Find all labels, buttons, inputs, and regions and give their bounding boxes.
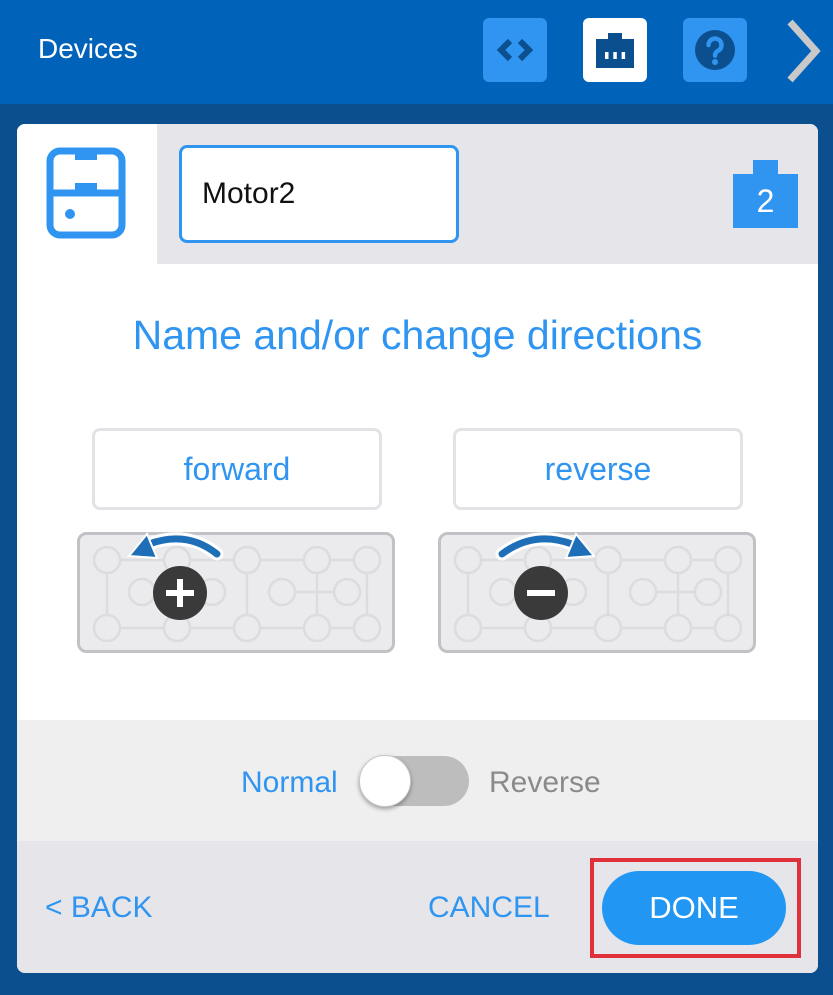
toggle-label-reverse: Reverse [489, 766, 601, 799]
page-title: Devices [38, 33, 138, 64]
reverse-label-field[interactable]: reverse [453, 428, 743, 510]
forward-direction-card [77, 532, 395, 653]
next-button[interactable] [778, 14, 830, 88]
done-button[interactable]: DONE [602, 871, 786, 945]
port-icon [596, 33, 634, 68]
port-badge: 2 [733, 160, 798, 228]
chevron-right-icon [787, 19, 821, 83]
direction-toggle-switch[interactable] [359, 755, 469, 807]
device-header: 2 [17, 124, 818, 264]
reverse-direction-card [438, 532, 756, 653]
forward-label-field[interactable]: forward [92, 428, 382, 510]
cancel-button[interactable]: CANCEL [428, 891, 550, 925]
help-icon [695, 30, 735, 70]
section-heading: Name and/or change directions [132, 312, 703, 358]
plus-icon [153, 566, 207, 620]
device-name-input[interactable] [179, 145, 459, 243]
port-number: 2 [756, 183, 775, 219]
top-bar: Devices [0, 0, 833, 104]
help-button[interactable] [683, 18, 747, 82]
toggle-label-normal: Normal [241, 766, 338, 799]
device-config-panel: 2 Name and/or change directions forward … [17, 124, 818, 973]
minus-icon [514, 566, 568, 620]
toggle-knob[interactable] [359, 755, 411, 807]
forward-direction-graphic [77, 532, 395, 653]
reverse-direction-graphic [438, 532, 756, 653]
code-icon [496, 38, 534, 62]
ports-button[interactable] [583, 18, 647, 82]
back-button[interactable]: < BACK [45, 891, 153, 925]
device-icon-cell [17, 124, 157, 264]
code-button[interactable] [483, 18, 547, 82]
motor-device-icon [46, 147, 126, 239]
